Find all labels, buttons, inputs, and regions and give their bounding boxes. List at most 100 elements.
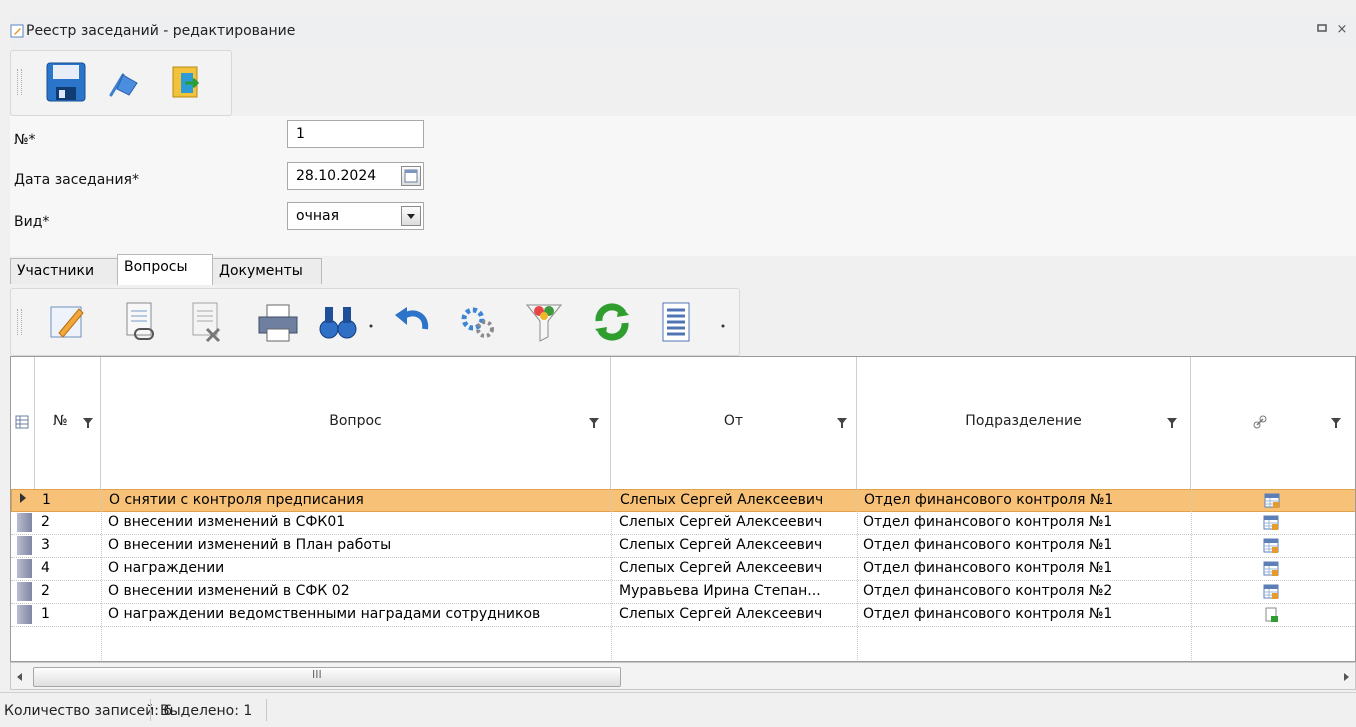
cell-question: О награждении ведомственными наградами с…: [108, 606, 541, 622]
row-indicator[interactable]: [18, 491, 33, 510]
tab-questions[interactable]: Вопросы: [117, 254, 213, 285]
tab-documents[interactable]: Документы: [212, 258, 322, 284]
row-indicator[interactable]: [17, 582, 32, 601]
toolbar-grip[interactable]: [17, 69, 22, 95]
main-toolbar: [10, 50, 232, 116]
cell-department: Отдел финансового контроля №1: [864, 492, 1114, 508]
scroll-left-button[interactable]: [15, 671, 25, 681]
restore-button[interactable]: [1314, 22, 1330, 38]
status-divider: [266, 699, 267, 721]
save-button[interactable]: [43, 59, 89, 105]
settings-button[interactable]: [455, 299, 501, 345]
link-document-button[interactable]: [117, 299, 163, 345]
filter-icon[interactable]: [83, 417, 93, 429]
search-dropdown-arrow[interactable]: [367, 319, 375, 328]
columns-button[interactable]: [653, 299, 699, 345]
title-bar: Реестр заседаний - редактирование ×: [10, 14, 1356, 50]
unlink-document-button[interactable]: [183, 299, 229, 345]
column-header-from[interactable]: От: [611, 357, 857, 489]
cell-number: 2: [41, 514, 50, 530]
print-button[interactable]: [255, 299, 301, 345]
row-indicator[interactable]: [17, 559, 32, 578]
restore-icon: [1317, 24, 1327, 32]
table-link-icon[interactable]: [1264, 493, 1280, 513]
number-field[interactable]: 1: [287, 120, 424, 148]
gears-icon: [461, 307, 494, 338]
cell-question: О снятии с контроля предписания: [109, 492, 364, 508]
document-link-icon[interactable]: [1263, 607, 1279, 627]
window-title: Реестр заседаний - редактирование: [26, 23, 296, 39]
close-button[interactable]: ×: [1334, 22, 1350, 38]
link-icon: [1253, 415, 1267, 429]
search-button[interactable]: [315, 299, 361, 345]
date-field[interactable]: 28.10.2024: [287, 162, 424, 190]
cell-number: 4: [41, 560, 50, 576]
dropdown-button[interactable]: [401, 206, 421, 226]
status-divider: [150, 699, 151, 721]
table-link-icon[interactable]: [1263, 538, 1279, 558]
chevron-left-icon: [17, 673, 22, 681]
cell-from: Слепых Сергей Алексеевич: [619, 560, 823, 576]
cell-from: Слепых Сергей Алексеевич: [619, 606, 823, 622]
date-value: 28.10.2024: [296, 168, 377, 184]
table-row[interactable]: 3 О внесении изменений в План работы Слепы…: [11, 535, 1355, 558]
table-link-icon: [1263, 584, 1279, 599]
table-row[interactable]: 4 О награждении Слепых Сергей Алексеевич От…: [11, 558, 1355, 581]
chevron-down-icon: [407, 214, 415, 219]
column-header-question[interactable]: Вопрос: [101, 357, 611, 489]
cell-number: 1: [42, 492, 51, 508]
horizontal-scrollbar[interactable]: III: [10, 662, 1356, 690]
floppy-disk-icon: [46, 62, 86, 102]
binoculars-icon: [319, 307, 357, 339]
table-row[interactable]: 1 О награждении ведомственными наградами …: [11, 604, 1355, 627]
undo-button[interactable]: [389, 299, 435, 345]
document-unlink-icon: [192, 302, 221, 343]
table-row[interactable]: 2 О внесении изменений в СФК 02 Муравьева …: [11, 581, 1355, 604]
editor-window: Реестр заседаний - редактирование × №* 1…: [0, 0, 1356, 727]
column-header-number[interactable]: №: [35, 357, 101, 489]
type-select[interactable]: очная: [287, 202, 424, 230]
grid-header: № Вопрос От Подразделение: [11, 357, 1355, 490]
filter-icon[interactable]: [589, 417, 599, 429]
flag-button[interactable]: [103, 59, 149, 105]
filter-icon[interactable]: [1331, 417, 1341, 429]
table-row[interactable]: 2 О внесении изменений в СФК01 Слепых Серг…: [11, 512, 1355, 535]
grid-toolbar: [10, 288, 740, 356]
edit-button[interactable]: [45, 299, 91, 345]
printer-icon: [258, 304, 298, 342]
row-indicator[interactable]: [17, 536, 32, 555]
table-link-icon[interactable]: [1263, 584, 1279, 604]
record-count: Количество записей: 6: [4, 703, 173, 719]
column-header-department[interactable]: Подразделение: [857, 357, 1191, 489]
cell-number: 2: [41, 583, 50, 599]
filter-icon[interactable]: [1167, 417, 1177, 429]
cell-from: Слепых Сергей Алексеевич: [620, 492, 824, 508]
row-indicator[interactable]: [17, 513, 32, 532]
type-label: Вид*: [14, 214, 50, 230]
refresh-button[interactable]: [589, 299, 635, 345]
row-indicator[interactable]: [17, 605, 32, 624]
table-link-icon: [1263, 538, 1279, 553]
scroll-grip: III: [312, 668, 322, 681]
exit-button[interactable]: [163, 59, 209, 105]
grid-divider: [1191, 489, 1192, 661]
columns-dropdown-arrow[interactable]: [719, 319, 727, 328]
tab-participants[interactable]: Участники: [10, 258, 118, 284]
table-link-icon[interactable]: [1263, 515, 1279, 535]
chevron-right-icon: [1344, 673, 1349, 681]
table-row[interactable]: 1 О снятии с контроля предписания Слепых С…: [11, 489, 1355, 513]
grid-corner[interactable]: [11, 357, 35, 489]
cell-question: О внесении изменений в План работы: [108, 537, 392, 553]
grid-divider: [611, 489, 612, 661]
column-header-link[interactable]: [1191, 357, 1355, 489]
table-link-icon[interactable]: [1263, 561, 1279, 581]
scroll-right-button[interactable]: [1341, 671, 1351, 681]
toolbar-grip-2[interactable]: [17, 309, 22, 335]
filter-icon[interactable]: [837, 417, 847, 429]
filter-button[interactable]: [521, 299, 567, 345]
current-row-arrow-icon: [20, 493, 26, 503]
chevron-down-icon: [721, 324, 725, 328]
scroll-thumb[interactable]: III: [33, 667, 621, 687]
cell-department: Отдел финансового контроля №1: [863, 606, 1113, 622]
calendar-button[interactable]: [401, 166, 421, 186]
